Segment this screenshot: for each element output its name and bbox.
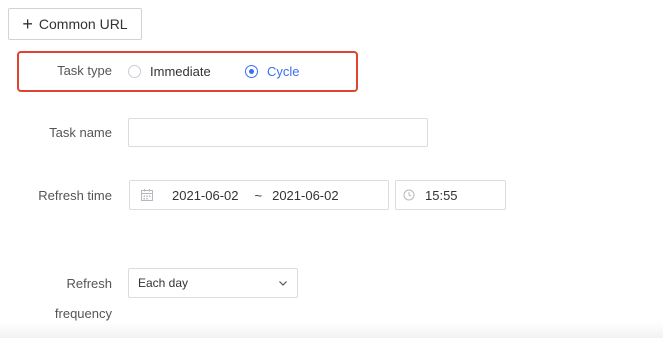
- radio-cycle-label: Cycle: [267, 64, 300, 79]
- radio-cycle[interactable]: Cycle: [245, 64, 300, 79]
- add-common-url-button[interactable]: + Common URL: [8, 8, 142, 40]
- radio-circle-immediate: [128, 65, 141, 78]
- refresh-time-label: Refresh time: [38, 188, 112, 203]
- task-type-label: Task type: [57, 63, 112, 78]
- task-name-input[interactable]: [128, 118, 428, 147]
- add-common-url-label: Common URL: [38, 16, 128, 32]
- start-date[interactable]: 2021-06-02: [172, 188, 239, 203]
- date-range-picker[interactable]: 2021-06-02 ~ 2021-06-02: [129, 180, 389, 210]
- bottom-scroll-shadow: [0, 322, 663, 338]
- radio-immediate[interactable]: Immediate: [128, 64, 211, 79]
- calendar-icon: [141, 189, 153, 201]
- time-picker[interactable]: 15:55: [395, 180, 506, 210]
- refresh-frequency-label-line1: Refresh: [66, 276, 112, 291]
- radio-immediate-label: Immediate: [150, 64, 211, 79]
- refresh-frequency-label-line2: frequency: [54, 306, 112, 321]
- end-date[interactable]: 2021-06-02: [272, 188, 339, 203]
- radio-circle-cycle: [245, 65, 258, 78]
- date-separator: ~: [254, 187, 263, 203]
- plus-icon: +: [22, 14, 33, 34]
- task-form-page: + Common URL Task type Immediate Cycle T…: [0, 0, 663, 338]
- clock-icon: [403, 189, 415, 201]
- refresh-frequency-select[interactable]: Each day: [128, 268, 298, 298]
- chevron-down-icon: [279, 281, 287, 286]
- task-name-label: Task name: [49, 125, 112, 140]
- time-value: 15:55: [425, 187, 458, 203]
- refresh-frequency-value: Each day: [138, 276, 189, 290]
